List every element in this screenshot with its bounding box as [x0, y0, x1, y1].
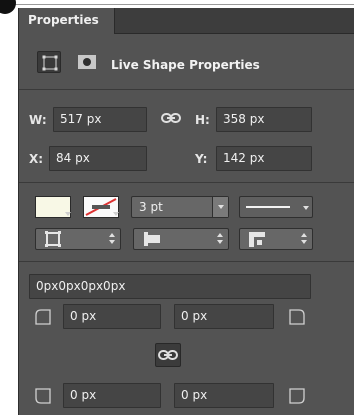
tab-bar: Properties	[19, 8, 354, 34]
top-frame	[0, 0, 354, 8]
width-label: W:	[29, 113, 47, 127]
corner-decoration	[0, 0, 16, 14]
stroke-dropdown-icon	[113, 212, 119, 216]
height-label: H:	[195, 113, 210, 127]
section-title: Live Shape Properties	[111, 58, 260, 72]
solid-line-icon	[246, 206, 290, 208]
align-stroke-icon	[45, 231, 61, 247]
cap-type-icon	[144, 232, 160, 246]
align-stroke-dropdown[interactable]	[35, 228, 121, 250]
y-field[interactable]: 142 px	[216, 146, 312, 171]
mask-icon	[78, 55, 96, 69]
chevron-down-icon	[303, 206, 309, 210]
bottom-left-corner-icon	[35, 388, 51, 404]
top-left-radius-field[interactable]: 0 px	[63, 304, 161, 329]
dimensions-section: W: 517 px H: 358 px X: 84 px Y: 142 px	[19, 91, 354, 183]
properties-panel: Properties Live Shape Properties W: 517 …	[18, 8, 354, 415]
chain-link-icon	[161, 113, 181, 123]
top-right-corner-icon	[289, 309, 305, 325]
radius-summary-field[interactable]: 0px0px0px0px	[29, 274, 311, 299]
bottom-left-radius-field[interactable]: 0 px	[63, 383, 161, 408]
corner-join-icon	[249, 232, 265, 247]
stepper-arrows-icon	[108, 233, 116, 245]
corner-type-dropdown[interactable]	[239, 228, 313, 250]
height-field[interactable]: 358 px	[216, 107, 312, 132]
stroke-weight-value: 3 pt	[139, 200, 163, 214]
stroke-type-dropdown[interactable]	[239, 196, 313, 218]
width-field[interactable]: 517 px	[53, 107, 147, 132]
transform-square-icon	[42, 55, 58, 71]
corner-radius-section: 0px0px0px0px 0 px 0 px 0 px 0 px	[19, 263, 354, 415]
tab-properties[interactable]: Properties	[19, 8, 115, 34]
stroke-weight-dropdown[interactable]: 3 pt	[131, 196, 229, 218]
stepper-arrows-icon	[216, 233, 224, 245]
chain-link-icon	[158, 350, 178, 360]
bottom-right-corner-icon	[289, 388, 305, 404]
link-dimensions-button[interactable]	[161, 111, 181, 125]
live-shape-header: Live Shape Properties	[19, 35, 354, 90]
appearance-section: 3 pt	[19, 184, 354, 262]
mask-mode-button[interactable]	[75, 51, 99, 73]
top-left-corner-icon	[35, 309, 51, 325]
cap-type-dropdown[interactable]	[133, 228, 229, 250]
transform-mode-button[interactable]	[37, 51, 61, 73]
stepper-arrows-icon	[300, 233, 308, 245]
x-field[interactable]: 84 px	[49, 146, 147, 171]
bottom-right-radius-field[interactable]: 0 px	[174, 383, 274, 408]
y-label: Y:	[195, 152, 208, 166]
link-corners-button[interactable]	[155, 343, 181, 367]
chevron-down-icon	[212, 197, 228, 217]
x-label: X:	[29, 152, 44, 166]
fill-dropdown-icon	[65, 212, 71, 216]
top-right-radius-field[interactable]: 0 px	[174, 304, 274, 329]
